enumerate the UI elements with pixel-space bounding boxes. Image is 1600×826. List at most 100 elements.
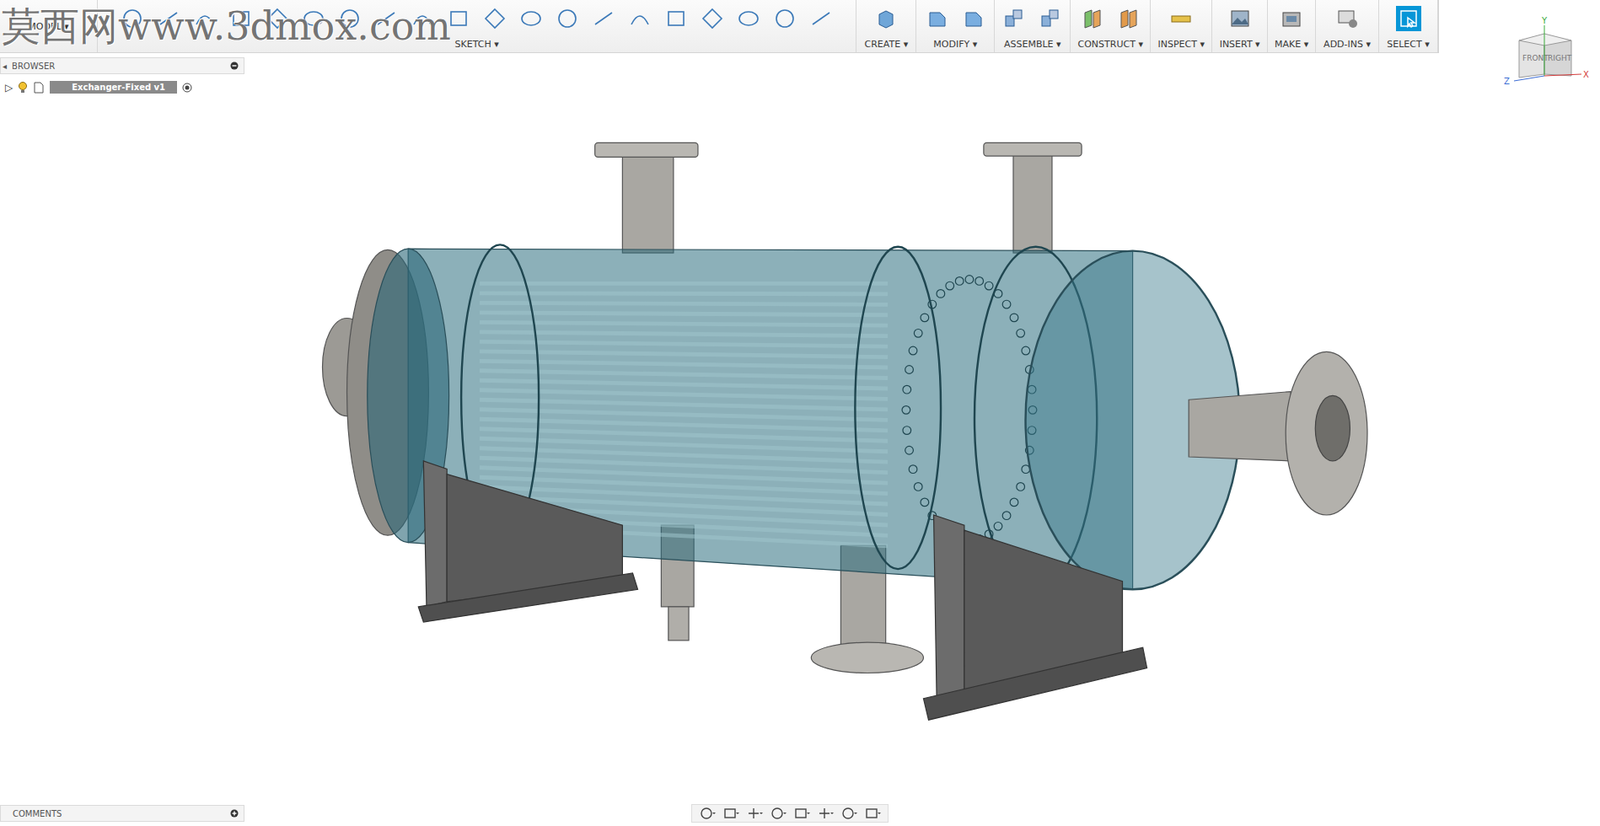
group-label[interactable]: CONSTRUCT ▾ [1078,38,1144,50]
tool-icon[interactable] [1116,5,1142,32]
display-icon[interactable] [816,806,834,821]
svg-text:Z: Z [1503,76,1510,86]
tool-icon[interactable] [1079,5,1106,32]
tool-icon[interactable] [699,5,725,32]
tube-sheet [854,246,941,570]
toolbar-group[interactable]: INSERT ▾ [1212,0,1268,53]
tool-glyph-icon [873,5,899,32]
tool-icon[interactable] [445,5,472,32]
tool-glyph-icon [1079,5,1106,32]
group-label[interactable]: INSPECT ▾ [1157,38,1204,50]
lightbulb-icon[interactable] [17,81,28,94]
tool-glyph-icon [1037,5,1064,32]
toolbar: MODEL▾ SKETCH ▾ CREATE ▾ MODIFY ▾ ASSEMBLE ▾… [0,0,1439,54]
tool-icon[interactable] [772,5,798,32]
document-icon [32,81,45,94]
tool-icon[interactable] [337,5,363,32]
fusion-window: MODEL▾ SKETCH ▾ CREATE ▾ MODIFY ▾ ASSEMBLE ▾… [0,0,1600,826]
toolbar-group[interactable]: CONSTRUCT ▾ [1070,0,1151,53]
tool-glyph-icon [337,5,363,32]
activate-icon[interactable] [182,82,193,93]
tool-icon[interactable] [873,5,899,32]
svg-text:Y: Y [1540,16,1548,26]
add-icon[interactable] [230,809,239,818]
group-label[interactable]: MAKE ▾ [1274,38,1309,50]
tool-glyph-icon [663,5,689,32]
tool-icon[interactable] [119,5,145,32]
tool-icon[interactable] [663,5,689,32]
tool-icon[interactable] [1395,5,1422,32]
tool-glyph-icon [1278,5,1305,32]
tool-icon[interactable] [924,5,951,32]
tool-glyph-icon [373,5,399,32]
tool-icon[interactable] [373,5,399,32]
group-label[interactable]: MODIFY ▾ [933,38,978,50]
workspace-menu[interactable]: MODEL▾ [0,0,98,53]
tool-icon[interactable] [482,5,508,32]
model-viewport[interactable] [0,0,1600,826]
pan-icon[interactable] [746,806,763,821]
toolbar-group[interactable]: SKETCH ▾ [97,0,857,53]
view-cube[interactable]: FRONTRIGHTYXZ [1500,15,1594,92]
tool-icon[interactable] [961,5,987,32]
saddle-right [923,515,1147,720]
tool-icon[interactable] [1037,5,1064,32]
tool-glyph-icon [264,5,290,32]
tool-icon[interactable] [808,5,834,32]
tool-icon[interactable] [192,5,218,32]
tool-icon[interactable] [264,5,290,32]
group-label[interactable]: SKETCH ▾ [455,38,500,50]
side-nozzle [1188,351,1368,516]
tool-icon[interactable] [554,5,580,32]
browser-item[interactable]: ▷Exchanger-Fixed v1 [0,80,245,94]
toolbar-group[interactable]: SELECT ▾ [1379,0,1439,53]
browser-panel: ◂BROWSER ▷Exchanger-Fixed v1 [0,57,245,94]
tool-icon[interactable] [1334,5,1360,32]
fit-icon[interactable] [793,806,811,821]
toolbar-group[interactable]: ASSEMBLE ▾ [994,0,1071,53]
group-label[interactable]: SELECT ▾ [1386,38,1429,50]
tool-icon[interactable] [518,5,544,32]
group-label[interactable]: CREATE ▾ [864,38,909,50]
toolbar-group[interactable]: ADD-INS ▾ [1315,0,1380,53]
tool-glyph-icon [300,5,327,32]
tool-icon[interactable] [155,5,182,32]
group-label[interactable]: ASSEMBLE ▾ [1004,38,1062,50]
icon-row [1395,3,1422,34]
group-label[interactable]: INSERT ▾ [1219,38,1261,50]
toolbar-group[interactable]: INSPECT ▾ [1150,0,1213,53]
tool-icon[interactable] [627,5,653,32]
toolbar-group[interactable]: MAKE ▾ [1267,0,1316,53]
close-icon[interactable] [230,61,239,70]
tool-icon[interactable] [409,5,435,32]
top-nozzle-left [595,142,698,253]
grid-icon[interactable] [840,806,858,821]
tool-glyph-icon [1001,5,1027,32]
tool-glyph-icon [482,5,508,32]
tool-icon[interactable] [300,5,327,32]
tool-icon[interactable] [228,5,254,32]
tool-glyph-icon [554,5,580,32]
icon-row [1168,3,1194,34]
tool-glyph-icon [699,5,725,32]
tool-glyph-icon [1168,5,1194,32]
tool-icon[interactable] [1227,5,1253,32]
browser-header: ◂BROWSER [0,57,245,75]
orbit-icon[interactable] [698,806,716,821]
look-icon[interactable] [722,806,740,821]
expander[interactable]: ▷ [5,81,13,94]
tool-icon[interactable] [590,5,617,32]
tool-icon[interactable] [1278,5,1305,32]
tool-glyph-icon [228,5,254,32]
tool-icon[interactable] [735,5,762,32]
collapse-button[interactable]: ◂ [2,61,7,71]
toolbar-group[interactable]: MODIFY ▾ [916,0,995,53]
icon-row [1227,3,1253,34]
toolbar-group[interactable]: CREATE ▾ [856,0,917,53]
tool-icon[interactable] [1168,5,1194,32]
group-label[interactable]: ADD-INS ▾ [1323,38,1371,50]
tool-icon[interactable] [1001,5,1027,32]
tool-glyph-icon [1395,5,1422,32]
zoom-icon[interactable] [769,806,787,821]
viewports-icon[interactable] [864,806,881,821]
